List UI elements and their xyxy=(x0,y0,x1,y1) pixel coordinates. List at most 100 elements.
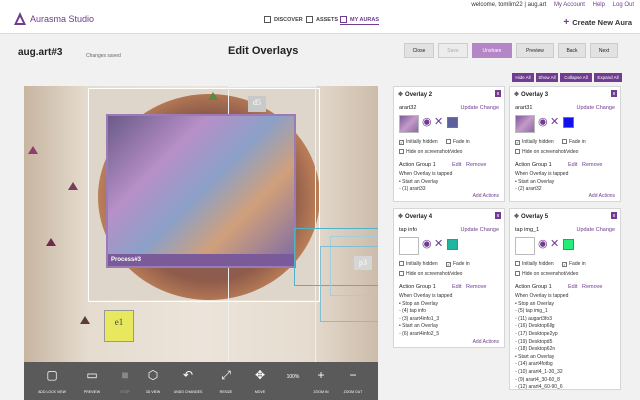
overlay-name[interactable]: arart32 xyxy=(399,105,416,111)
close-icon[interactable]: ✕ xyxy=(550,237,559,251)
overlay-badge[interactable]: 8 xyxy=(611,212,617,219)
move-handle-icon[interactable]: ✥ xyxy=(514,213,519,220)
overlay-panel-title[interactable]: ✥ Overlay 4 xyxy=(398,213,432,220)
fade-in-checkbox[interactable]: Fade in xyxy=(446,139,470,145)
nav-my-auras[interactable]: MY AURAS xyxy=(340,16,380,25)
close-button[interactable]: Close xyxy=(404,43,434,58)
eye-icon[interactable]: ◉ xyxy=(422,237,432,251)
action-line: ◦ (5) tap img_1 xyxy=(515,308,548,315)
help-link[interactable]: Help xyxy=(593,2,605,8)
remove-action-link[interactable]: Remove xyxy=(466,162,486,168)
hide-on-screenshot-checkbox[interactable]: Hide on screenshot/video xyxy=(399,271,462,277)
overlay-thumbnail[interactable] xyxy=(399,237,419,255)
edit-action-link[interactable]: Edit xyxy=(568,284,577,290)
overlay-name[interactable]: tap info xyxy=(399,227,417,233)
update-change-link[interactable]: Update Change xyxy=(576,105,615,111)
add-actions-link[interactable]: Add Actions xyxy=(589,193,615,199)
create-new-aura-button[interactable]: + Create New Aura xyxy=(563,17,632,28)
action-line: ◦ (11) augart3fo3 xyxy=(515,315,552,322)
initially-hidden-checkbox[interactable]: ✓ Initially hidden xyxy=(399,139,438,145)
overlay-color-swatch[interactable] xyxy=(447,239,458,250)
edit-action-link[interactable]: Edit xyxy=(452,162,461,168)
triangle-decoration xyxy=(208,92,218,100)
eye-icon[interactable]: ◉ xyxy=(538,115,548,129)
tool-move[interactable]: ✥ MOVE xyxy=(244,362,276,400)
overlay-process-3[interactable]: Process#3 xyxy=(106,114,296,268)
remove-action-link[interactable]: Remove xyxy=(582,162,602,168)
add-actions-link[interactable]: Add Actions xyxy=(473,339,499,345)
nav-assets[interactable]: ASSETS xyxy=(306,16,338,23)
overlay-thumbnail[interactable] xyxy=(515,237,535,255)
eye-icon[interactable]: ◉ xyxy=(538,237,548,251)
tool-preview[interactable]: ▭ PREVIEW xyxy=(74,362,110,400)
tool-cube[interactable]: ⬡ 3D VIEW xyxy=(140,362,166,400)
nav-discover[interactable]: DISCOVER xyxy=(264,16,303,23)
action-line: ◦ (18) Desktop62n xyxy=(515,346,556,353)
overlay-name[interactable]: tap img_1 xyxy=(515,227,539,233)
next-button[interactable]: Next xyxy=(590,43,618,58)
overlay-badge[interactable]: 8 xyxy=(611,90,617,97)
edit-action-link[interactable]: Edit xyxy=(568,162,577,168)
edit-action-link[interactable]: Edit xyxy=(452,284,461,290)
remove-action-link[interactable]: Remove xyxy=(582,284,602,290)
update-change-link[interactable]: Update Change xyxy=(460,105,499,111)
eye-icon[interactable]: ◉ xyxy=(422,115,432,129)
hide-on-screenshot-checkbox[interactable]: Hide on screenshot/video xyxy=(399,149,462,155)
save-button[interactable]: Save xyxy=(438,43,468,58)
close-icon[interactable]: ✕ xyxy=(434,115,443,129)
my-account-link[interactable]: My Account xyxy=(554,2,585,8)
overlay-name[interactable]: arart31 xyxy=(515,105,532,111)
nav-assets-label: ASSETS xyxy=(316,16,339,23)
close-icon[interactable]: ✕ xyxy=(434,237,443,251)
remove-action-link[interactable]: Remove xyxy=(466,284,486,290)
expand-all-button[interactable]: Expand All xyxy=(594,73,622,82)
overlay-panel-title[interactable]: ✥ Overlay 5 xyxy=(514,213,548,220)
checkbox-label: Initially hidden xyxy=(522,139,554,145)
fade-in-checkbox[interactable]: Fade in xyxy=(562,139,586,145)
overlay-color-swatch[interactable] xyxy=(563,117,574,128)
fade-in-checkbox[interactable]: ✓ Fade in xyxy=(446,261,470,267)
hide-on-screenshot-checkbox[interactable]: Hide on screenshot/video xyxy=(515,271,578,277)
checkbox-icon: ✓ xyxy=(399,140,404,145)
show-all-button[interactable]: Show All xyxy=(536,73,558,82)
overlay-color-swatch[interactable] xyxy=(563,239,574,250)
preview-button[interactable]: Preview xyxy=(516,43,554,58)
collapse-all-button[interactable]: Collapse All xyxy=(560,73,592,82)
back-button[interactable]: Back xyxy=(558,43,586,58)
overlay-panel: ✥ Overlay 2 8 arart32 Update Change ◉ ✕ ✓ Initia… xyxy=(393,86,505,202)
overlay-badge[interactable]: 8 xyxy=(495,90,501,97)
triangle-decoration xyxy=(68,182,78,190)
close-icon[interactable]: ✕ xyxy=(550,115,559,129)
initially-hidden-checkbox[interactable]: Initially hidden xyxy=(515,261,554,267)
hide-on-screenshot-checkbox[interactable]: Hide on screenshot/video xyxy=(515,149,578,155)
initially-hidden-checkbox[interactable]: Initially hidden xyxy=(399,261,438,267)
unshare-button[interactable]: Unshare xyxy=(472,43,512,58)
initially-hidden-checkbox[interactable]: ✓ Initially hidden xyxy=(515,139,554,145)
overlay-panel-title[interactable]: ✥ Overlay 3 xyxy=(514,91,548,98)
tool-zoom-out[interactable]: − ZOOM OUT xyxy=(336,362,370,400)
overlay-thumbnail[interactable] xyxy=(399,115,419,133)
overlay-thumbnail[interactable] xyxy=(515,115,535,133)
tag-d5: d5 xyxy=(248,96,266,112)
checkbox-icon xyxy=(446,139,451,144)
update-change-link[interactable]: Update Change xyxy=(576,227,615,233)
overlay-color-swatch[interactable] xyxy=(447,117,458,128)
overlay-panel-title[interactable]: ✥ Overlay 2 xyxy=(398,91,432,98)
tool-lock-view[interactable]: ▢ ADD LOCK VIEW xyxy=(32,362,72,400)
checkbox-icon: ✓ xyxy=(515,140,520,145)
editor-canvas[interactable]: d5 Process#3 p3 e1 xyxy=(24,86,378,392)
overlay-badge[interactable]: 8 xyxy=(495,212,501,219)
logout-link[interactable]: Log Out xyxy=(613,2,634,8)
move-handle-icon[interactable]: ✥ xyxy=(514,91,519,98)
hide-all-button[interactable]: Hide All xyxy=(512,73,534,82)
tool-zoom-level[interactable]: 100% xyxy=(280,362,306,400)
tool-undo[interactable]: ↶ UNDO CHANGES xyxy=(168,362,208,400)
move-handle-icon[interactable]: ✥ xyxy=(398,91,403,98)
move-handle-icon[interactable]: ✥ xyxy=(398,213,403,220)
fade-in-checkbox[interactable]: ✓ Fade in xyxy=(562,261,586,267)
tool-resize[interactable]: ⤢ RESIZE xyxy=(210,362,242,400)
tool-zoom-in[interactable]: + ZOOM IN xyxy=(308,362,334,400)
add-actions-link[interactable]: Add Actions xyxy=(473,193,499,199)
discover-icon xyxy=(264,16,271,23)
update-change-link[interactable]: Update Change xyxy=(460,227,499,233)
